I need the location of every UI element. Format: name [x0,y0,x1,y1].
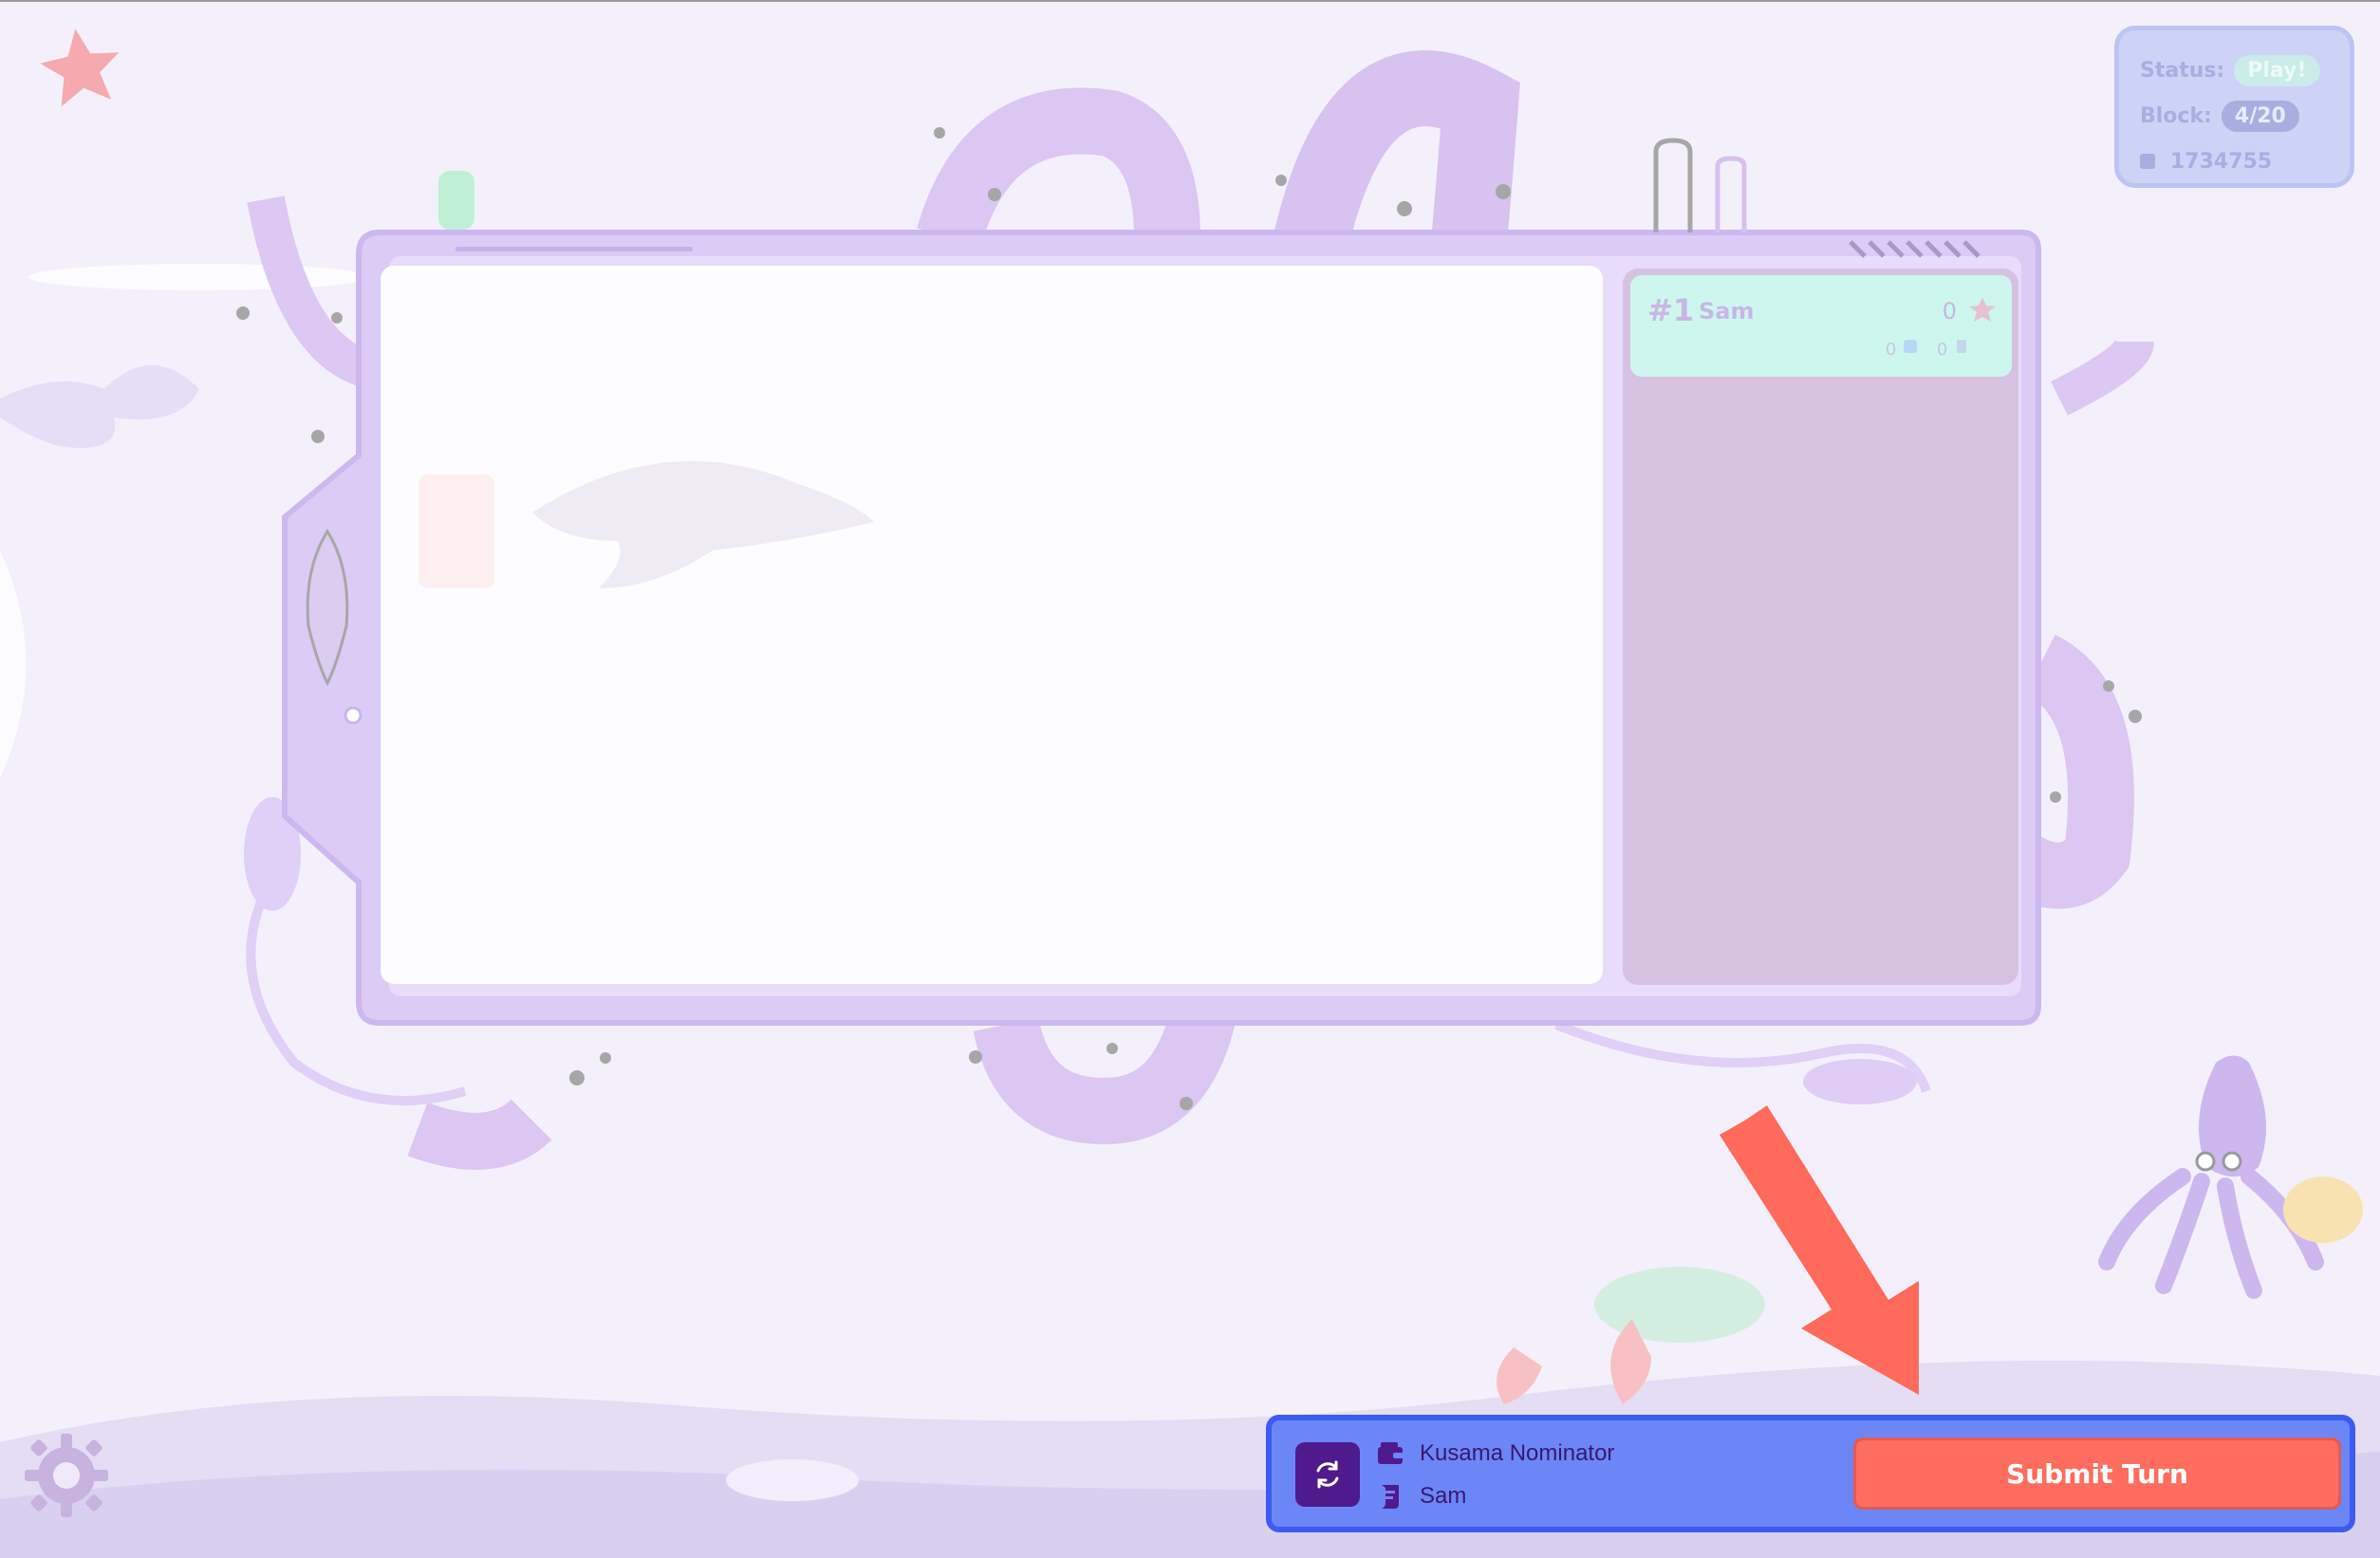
block-number: 1734755 [2170,149,2273,174]
submit-turn-button[interactable]: Submit Turn [1853,1437,2341,1510]
game-screen[interactable] [381,266,1603,984]
gear-icon[interactable] [19,1428,114,1523]
shark-silhouette [418,461,874,588]
block-number-row: 1734755 [2140,139,2329,184]
status-badge: Play! [2234,54,2320,86]
block-badge: 4/20 [2221,100,2299,132]
starfish-icon [1969,297,1996,322]
wallet-icon [1378,1442,1404,1464]
status-panel: Status: Play! Block: 4/20 1734755 [2114,26,2354,188]
player-stat-a-value: 0 [1885,340,1897,360]
block-label: Block: [2140,103,2212,128]
scroll-icon [1957,340,1966,353]
player-rank: #1 [1647,292,1695,328]
player-stat-b-value: 0 [1936,340,1948,360]
wallet-name: Kusama Nominator [1420,1440,1615,1466]
cube-icon [1904,340,1917,353]
status-row: Status: Play! [2140,47,2329,93]
refresh-icon [1316,1460,1339,1489]
wallet-line: Kusama Nominator [1376,1439,1614,1468]
cube-icon [2140,154,2155,169]
player-account-name: Sam [1420,1483,1467,1509]
player-stat-a: 0 [1886,338,1919,360]
player-score: 0 [1942,298,1957,325]
scroll-icon [1382,1485,1399,1509]
refresh-button[interactable] [1295,1442,1360,1507]
player-line: Sam [1376,1481,1466,1512]
player-name: Sam [1699,298,1755,325]
block-row: Block: 4/20 [2140,93,2329,139]
player-card[interactable]: #1 Sam 0 0 0 [1630,275,2012,377]
status-label: Status: [2140,58,2225,83]
turn-bar: Kusama Nominator Sam Submit Turn [1266,1415,2355,1532]
player-stat-b: 0 [1937,338,1970,360]
